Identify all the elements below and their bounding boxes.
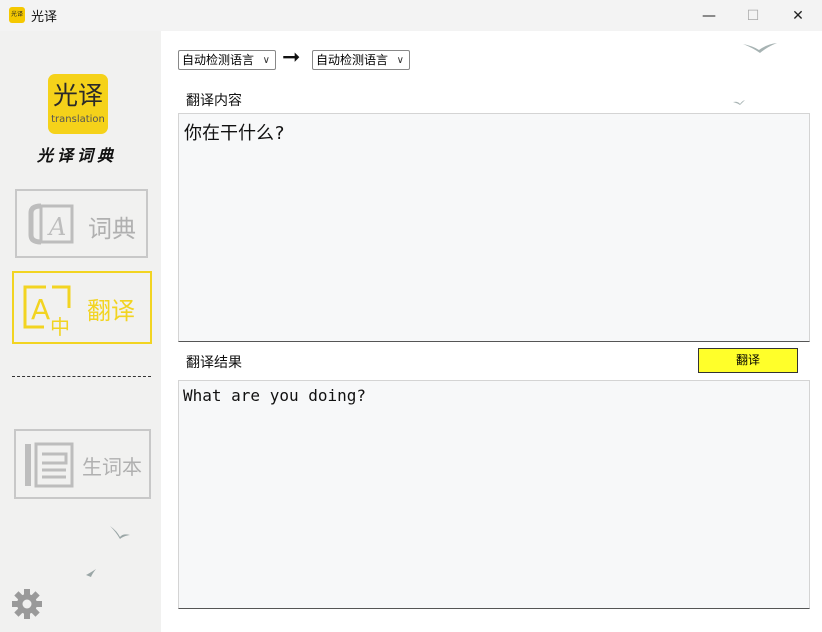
app-logo: 光译 translation: [48, 74, 108, 134]
title-bar: 光译 光译 — ☐ ✕: [0, 0, 822, 31]
translate-button[interactable]: 翻译: [698, 348, 798, 373]
app-icon: 光译: [9, 7, 25, 23]
bird-icon: [86, 569, 96, 577]
arrow-right-icon: ➞: [282, 45, 301, 70]
nav-translate-label: 翻译: [87, 297, 135, 325]
nav-vocabulary-label: 生词本: [82, 455, 142, 479]
bird-icon: [743, 43, 777, 53]
nav-dictionary-label: 词典: [88, 215, 136, 243]
minimize-button[interactable]: —: [686, 0, 732, 31]
sidebar-divider: [12, 376, 151, 377]
source-language-select[interactable]: 自动检测语言 ∨: [178, 50, 276, 70]
nav-dictionary[interactable]: A 词典: [15, 189, 148, 258]
svg-text:中: 中: [50, 315, 70, 336]
main-panel: 自动检测语言 ∨ ➞ 自动检测语言 ∨ 翻译内容 你在干什么? 翻译结果 翻译 …: [161, 31, 822, 632]
gear-icon[interactable]: [12, 589, 42, 619]
logo-subtext: translation: [51, 114, 105, 125]
brand-name: 光译词典: [37, 146, 118, 165]
dictionary-icon: A: [28, 203, 74, 245]
output-section-label: 翻译结果: [186, 355, 242, 371]
nav-vocabulary[interactable]: 生词本: [14, 429, 151, 499]
svg-text:A: A: [31, 293, 50, 326]
result-text-area[interactable]: What are you doing?: [178, 380, 810, 609]
translate-icon: A 中: [23, 285, 71, 336]
bird-icon: [733, 100, 745, 105]
bird-icon: [110, 526, 130, 539]
input-section-label: 翻译内容: [186, 93, 242, 109]
source-language-value: 自动检测语言: [182, 53, 255, 67]
source-text-area[interactable]: 你在干什么?: [178, 113, 810, 342]
maximize-button[interactable]: ☐: [730, 0, 776, 31]
source-text: 你在干什么?: [184, 123, 285, 144]
close-button[interactable]: ✕: [775, 0, 821, 31]
result-text: What are you doing?: [183, 386, 367, 405]
window-title: 光译: [31, 10, 58, 25]
svg-text:A: A: [47, 213, 66, 241]
sidebar: 光译 translation 光译词典 A 词典 A 中 翻译 生词本: [0, 31, 161, 632]
nav-translate[interactable]: A 中 翻译: [12, 271, 152, 344]
chevron-down-icon: ∨: [396, 55, 404, 66]
logo-text: 光译: [52, 81, 103, 110]
target-language-select[interactable]: 自动检测语言 ∨: [312, 50, 410, 70]
chevron-down-icon: ∨: [262, 55, 270, 66]
target-language-value: 自动检测语言: [316, 53, 389, 67]
vocabulary-book-icon: [25, 442, 74, 488]
